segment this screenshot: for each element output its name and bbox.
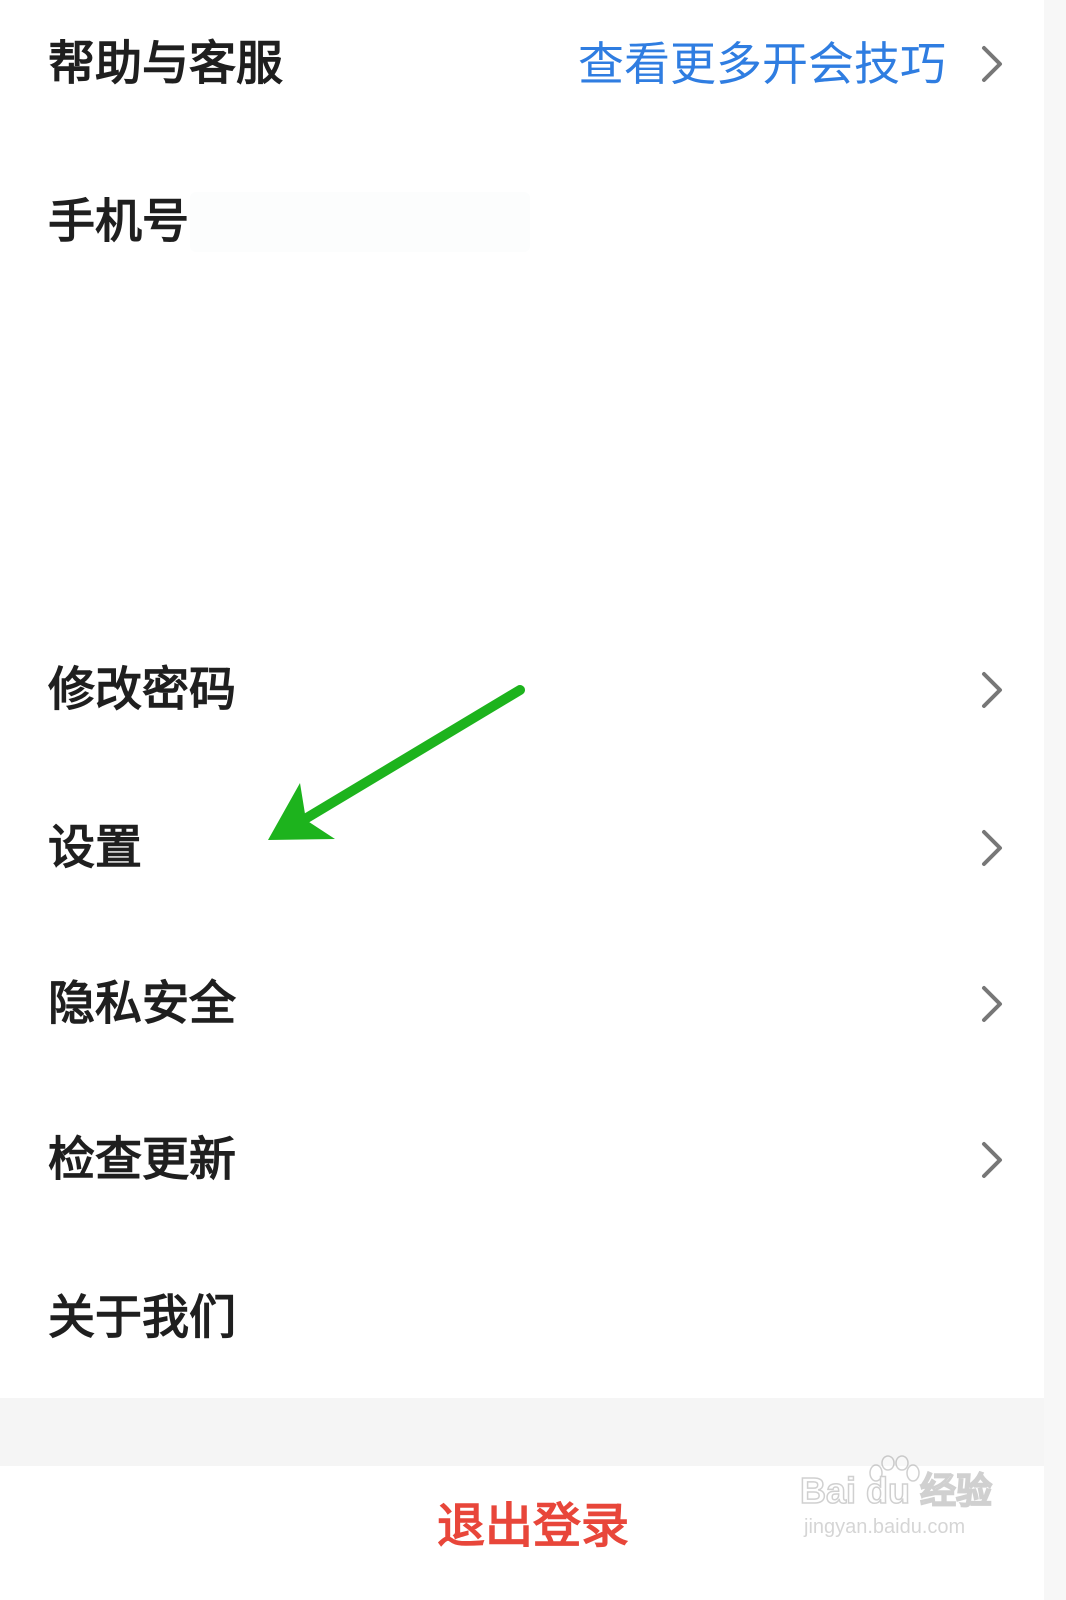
- phone-label: 手机号: [48, 194, 189, 250]
- watermark: Bai du 经验 jingyan.baidu.com: [799, 1455, 1000, 1550]
- menu-row-privacy[interactable]: 隐私安全: [0, 940, 1066, 1068]
- chevron-right-icon: [978, 44, 1006, 84]
- help-label: 帮助与客服: [48, 36, 283, 92]
- check-update-label: 检查更新: [48, 1132, 236, 1188]
- menu-row-help[interactable]: 帮助与客服 查看更多开会技巧: [0, 0, 1066, 128]
- chevron-right-icon: [978, 1140, 1006, 1180]
- privacy-label: 隐私安全: [48, 976, 236, 1032]
- change-password-label: 修改密码: [48, 662, 236, 718]
- chevron-right-icon: [978, 984, 1006, 1024]
- menu-row-phone: 手机号: [0, 158, 1066, 286]
- chevron-right-icon: [978, 670, 1006, 710]
- settings-label: 设置: [48, 820, 142, 876]
- chevron-right-icon: [978, 828, 1006, 868]
- more-tips-link[interactable]: 查看更多开会技巧: [578, 41, 946, 87]
- about-label: 关于我们: [48, 1290, 236, 1346]
- menu-row-about[interactable]: 关于我们: [0, 1254, 1066, 1382]
- phone-number-redacted: [190, 192, 530, 252]
- menu-row-settings[interactable]: 设置: [0, 784, 1066, 912]
- menu-row-change-password[interactable]: 修改密码: [0, 626, 1066, 754]
- menu-row-check-update[interactable]: 检查更新: [0, 1096, 1066, 1224]
- watermark-url: jingyan.baidu.com: [804, 1516, 966, 1538]
- watermark-brand: Bai du 经验: [799, 1470, 993, 1511]
